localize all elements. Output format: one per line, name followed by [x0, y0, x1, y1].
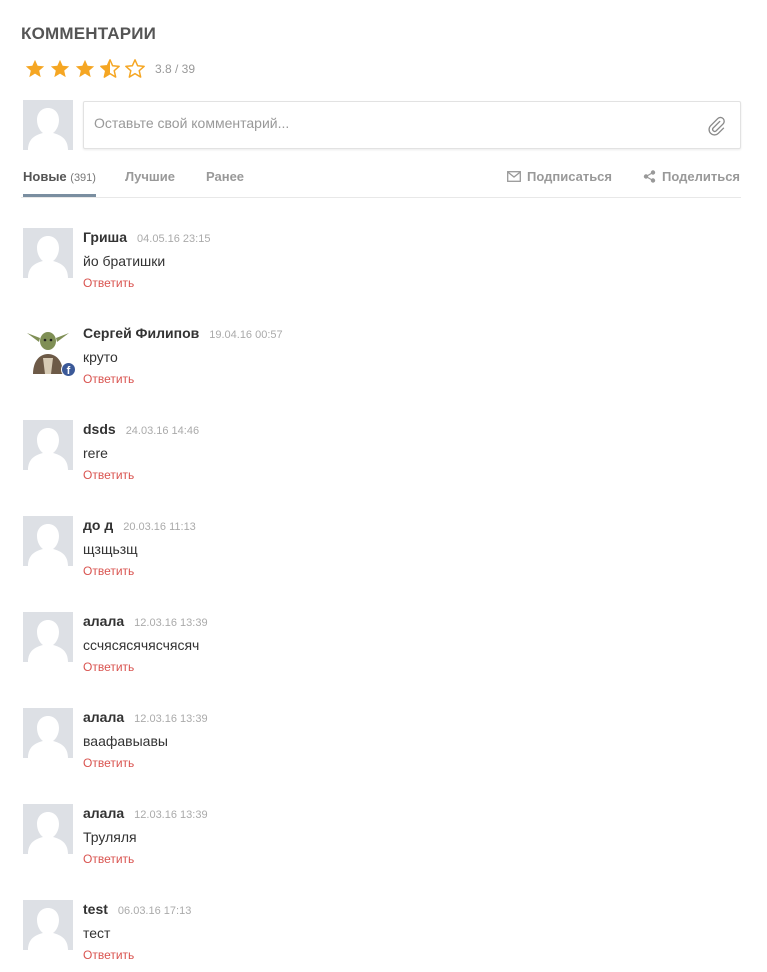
avatar[interactable]: [23, 228, 73, 278]
comment-text: тест: [83, 925, 111, 941]
star-icon[interactable]: [74, 58, 99, 80]
comment-author[interactable]: до д: [83, 517, 113, 533]
avatar[interactable]: [23, 900, 73, 950]
comment-item: алала 12.03.16 13:39 Труляля Ответить: [23, 804, 741, 868]
comment-date: 06.03.16 17:13: [117, 905, 192, 917]
comment-item: f Сергей Филипов 19.04.16 00:57 круто Отв…: [23, 324, 741, 388]
tab-new[interactable]: Новые (391): [23, 169, 96, 184]
comment-date: 24.03.16 14:46: [125, 425, 200, 437]
user-placeholder-icon: [23, 804, 73, 854]
user-placeholder-icon: [23, 420, 73, 470]
comment-date: 04.05.16 23:15: [137, 233, 211, 245]
avatar: [23, 100, 73, 150]
reply-link[interactable]: Ответить: [83, 468, 134, 482]
comment-author-line: test 06.03.16 17:13: [83, 901, 191, 917]
comment-item: dsds 24.03.16 14:46 rere Ответить: [23, 420, 741, 484]
tab-best[interactable]: Лучшие: [125, 169, 175, 184]
subscribe-button[interactable]: Подписаться: [507, 169, 612, 184]
subscribe-label: Подписаться: [527, 169, 613, 184]
avatar[interactable]: [23, 612, 73, 662]
user-placeholder-icon: [23, 708, 73, 758]
avatar[interactable]: [23, 420, 73, 470]
user-placeholder-icon: [23, 612, 73, 662]
tab-new-label: Новые: [23, 169, 67, 184]
rating-widget: 3.8 / 39: [24, 58, 195, 80]
comment-author[interactable]: test: [83, 901, 108, 917]
comment-date: 12.03.16 13:39: [134, 617, 208, 629]
avatar[interactable]: [23, 804, 73, 854]
reply-link[interactable]: Ответить: [83, 660, 134, 674]
star-half-icon[interactable]: [99, 58, 124, 80]
comment-author-line: dsds 24.03.16 14:46: [83, 421, 199, 437]
star-icon[interactable]: [49, 58, 74, 80]
comment-date: 12.03.16 13:39: [134, 809, 208, 821]
comment-input-placeholder: Оставьте свой комментарий...: [94, 115, 290, 131]
envelope-icon: [507, 171, 521, 182]
share-icon: [643, 170, 656, 183]
comment-tabs: Новые (391) Лучшие Ранее Подписаться Под…: [21, 160, 741, 198]
comment-author-line: до д 20.03.16 11:13: [83, 517, 196, 533]
reply-link[interactable]: Ответить: [83, 948, 134, 962]
comment-text: йо братишки: [83, 253, 166, 269]
comment-item: Гриша 04.05.16 23:15 йо братишки Ответить: [23, 228, 741, 292]
comment-text: круто: [83, 349, 118, 365]
comment-composer: Оставьте свой комментарий...: [21, 100, 741, 150]
comment-author-line: Сергей Филипов 19.04.16 00:57: [83, 325, 283, 341]
user-placeholder-icon: [23, 100, 73, 150]
comment-text: ссчясясячясчясяч: [83, 637, 200, 653]
comment-text: Труляля: [83, 829, 137, 845]
comment-item: до д 20.03.16 11:13 щзщьзщ Ответить: [23, 516, 741, 580]
comment-author-line: алала 12.03.16 13:39: [83, 805, 208, 821]
comment-author-line: Гриша 04.05.16 23:15: [83, 229, 210, 245]
user-placeholder-icon: [23, 900, 73, 950]
reply-link[interactable]: Ответить: [83, 852, 134, 866]
star-icon[interactable]: [24, 58, 49, 80]
comment-author[interactable]: dsds: [83, 421, 116, 437]
comment-date: 20.03.16 11:13: [123, 521, 196, 533]
comment-item: алала 12.03.16 13:39 ссчясясячясчясяч Отв…: [23, 612, 741, 676]
active-tab-indicator: [23, 194, 96, 197]
comment-item: test 06.03.16 17:13 тест Ответить: [23, 900, 741, 964]
tab-older[interactable]: Ранее: [206, 169, 244, 184]
comment-text: щзщьзщ: [83, 541, 138, 557]
avatar[interactable]: [23, 708, 73, 758]
comment-date: 19.04.16 00:57: [209, 329, 283, 341]
share-button[interactable]: Поделиться: [643, 169, 740, 184]
avatar[interactable]: f: [23, 324, 76, 377]
comment-author[interactable]: алала: [83, 805, 124, 821]
comment-item: алала 12.03.16 13:39 ваафавыавы Ответить: [23, 708, 741, 772]
comment-text: rere: [83, 445, 108, 461]
facebook-icon: f: [61, 362, 76, 377]
comment-author-line: алала 12.03.16 13:39: [83, 613, 208, 629]
share-label: Поделиться: [662, 169, 741, 184]
comment-author[interactable]: алала: [83, 613, 124, 629]
user-placeholder-icon: [23, 516, 73, 566]
paperclip-icon[interactable]: [706, 116, 726, 136]
comment-author[interactable]: Гриша: [83, 229, 127, 245]
comment-input[interactable]: Оставьте свой комментарий...: [83, 101, 741, 149]
comment-date: 12.03.16 13:39: [134, 713, 208, 725]
user-placeholder-icon: [23, 228, 73, 278]
reply-link[interactable]: Ответить: [83, 276, 134, 290]
rating-value: 3.8 / 39: [155, 62, 196, 76]
avatar[interactable]: [23, 516, 73, 566]
comment-author-line: алала 12.03.16 13:39: [83, 709, 208, 725]
star-empty-icon[interactable]: [124, 58, 149, 80]
tab-new-count: (391): [70, 172, 96, 184]
comment-author[interactable]: Сергей Филипов: [83, 325, 199, 341]
section-title: КОММЕНТАРИИ: [21, 24, 157, 43]
reply-link[interactable]: Ответить: [83, 756, 134, 770]
reply-link[interactable]: Ответить: [83, 372, 134, 386]
comment-text: ваафавыавы: [83, 733, 168, 749]
reply-link[interactable]: Ответить: [83, 564, 134, 578]
comment-author[interactable]: алала: [83, 709, 124, 725]
